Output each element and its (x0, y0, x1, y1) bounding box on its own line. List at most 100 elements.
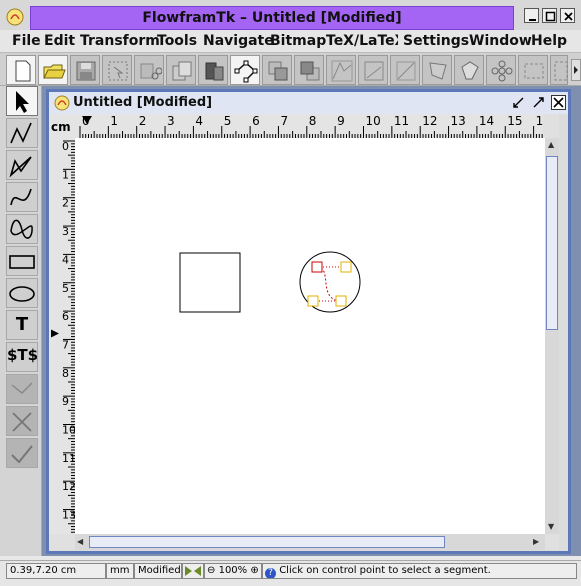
open-line-tool[interactable] (6, 118, 38, 148)
title-bar: FlowframTk – Untitled [Modified] (0, 0, 581, 34)
ruler-label: 13 (451, 114, 466, 128)
edit-path-button[interactable] (230, 55, 260, 85)
minimize-button[interactable] (524, 8, 539, 23)
left-align-icon (396, 61, 416, 81)
ruler-unit-label: cm (51, 120, 71, 134)
accept-tool[interactable] (6, 438, 38, 468)
left-align-button[interactable] (390, 55, 420, 85)
ruler-label: 7 (62, 338, 69, 351)
scroll-up-icon[interactable]: ▲ (548, 140, 554, 149)
drawing-canvas[interactable] (75, 138, 545, 534)
control-point[interactable] (335, 295, 347, 307)
document-title-bar[interactable]: Untitled [Modified] (49, 92, 568, 114)
ruler-label: 15 (507, 114, 522, 128)
menu-tex-latex[interactable]: TeX/LaTeX (326, 33, 398, 49)
ruler-label: 8 (309, 114, 317, 128)
abandon-tool[interactable] (6, 406, 38, 436)
copy-button[interactable] (166, 55, 196, 85)
select-all-icon (554, 61, 568, 81)
ruler-label: 10 (62, 424, 75, 437)
copy-icon (172, 61, 192, 81)
menu-bitmap[interactable]: Bitmap (270, 33, 326, 49)
document-icon (54, 95, 70, 111)
close-icon (551, 95, 566, 110)
open-curve-tool[interactable] (6, 182, 38, 212)
group-icon (331, 60, 353, 82)
canvas-area: cm 012345678910111213141516 012345678910… (49, 114, 559, 550)
maximize-icon (533, 97, 544, 108)
toolbar-scroll-arrow[interactable] (571, 59, 581, 81)
rotate-icon (461, 61, 479, 80)
text-tool[interactable]: T (6, 310, 38, 340)
window-title: FlowframTk – Untitled [Modified] (30, 6, 514, 30)
new-file-button[interactable] (6, 55, 36, 85)
scroll-left-icon[interactable]: ◀ (77, 537, 83, 546)
close-document-button[interactable] (551, 95, 566, 110)
menu-file[interactable]: File (12, 33, 41, 49)
finish-icon (11, 382, 33, 394)
rectangle-shape[interactable] (179, 252, 241, 313)
select-tool[interactable] (6, 86, 38, 116)
menu-help[interactable]: Help (531, 33, 567, 49)
ruler-corner: cm (49, 114, 75, 138)
snap-toggle[interactable] (182, 563, 204, 579)
rectangle-tool[interactable] (6, 246, 38, 276)
closed-line-tool[interactable] (6, 150, 38, 180)
ruler-label: 16 (536, 114, 543, 128)
zoom-in-icon[interactable]: ⊕ (250, 565, 258, 576)
move-to-front-button[interactable] (262, 55, 292, 85)
new-file-icon (15, 60, 31, 82)
ungroup-button[interactable] (358, 55, 388, 85)
menu-tools[interactable]: Tools (157, 33, 197, 49)
rotate-button[interactable] (454, 55, 484, 85)
ruler-label: 10 (366, 114, 381, 128)
ellipse-tool[interactable] (6, 278, 38, 308)
close-button[interactable] (560, 8, 575, 23)
centre-align-button[interactable] (422, 55, 452, 85)
text-tool-label: T (15, 314, 29, 335)
merge-button[interactable] (518, 55, 548, 85)
pattern-button[interactable] (486, 55, 516, 85)
save-button[interactable] (70, 55, 100, 85)
ruler-label: 12 (422, 114, 437, 128)
ellipse-icon (9, 286, 35, 302)
menu-edit[interactable]: Edit (44, 33, 75, 49)
status-message: ? Click on control point to select a seg… (262, 563, 577, 579)
select-all-button[interactable] (550, 55, 568, 85)
select-icon (108, 61, 128, 81)
move-to-back-button[interactable] (294, 55, 324, 85)
menu-transform[interactable]: Transform (80, 33, 160, 49)
menu-window[interactable]: Window (469, 33, 532, 49)
iconify-button[interactable] (511, 95, 526, 110)
maximize-document-button[interactable] (531, 95, 546, 110)
paste-button[interactable] (198, 55, 228, 85)
open-button[interactable] (38, 55, 68, 85)
ruler-label: 8 (62, 367, 69, 380)
zoom-control[interactable]: ⊖ 100% ⊕ (204, 563, 262, 579)
paste-icon (205, 62, 224, 81)
menu-settings[interactable]: Settings (403, 33, 469, 49)
finish-line-tool[interactable] (6, 374, 38, 404)
scroll-right-icon[interactable]: ▶ (533, 537, 539, 546)
info-icon: ? (265, 568, 276, 578)
menu-navigate[interactable]: Navigate (203, 33, 274, 49)
ruler-label: 1 (110, 114, 118, 128)
vertical-scrollbar[interactable]: ▲ ▼ (545, 138, 559, 534)
select-region-button[interactable] (102, 55, 132, 85)
centre-align-icon (429, 62, 447, 80)
unit-selector[interactable]: mm (106, 563, 134, 579)
cut-button[interactable] (134, 55, 164, 85)
selected-control-point[interactable] (311, 261, 323, 273)
control-point[interactable] (340, 261, 352, 273)
horizontal-scrollbar[interactable]: ◀ ▶ (75, 534, 545, 550)
horizontal-scroll-thumb[interactable] (89, 536, 445, 548)
zoom-out-icon[interactable]: ⊖ (207, 565, 215, 576)
tool-panel: T $T$ (0, 86, 42, 556)
group-button[interactable] (326, 55, 356, 85)
closed-curve-tool[interactable] (6, 214, 38, 244)
vertical-scroll-thumb[interactable] (546, 156, 558, 330)
maximize-button[interactable] (542, 8, 557, 23)
control-point[interactable] (307, 295, 319, 307)
math-tool[interactable]: $T$ (6, 342, 38, 372)
scroll-down-icon[interactable]: ▼ (548, 522, 554, 531)
